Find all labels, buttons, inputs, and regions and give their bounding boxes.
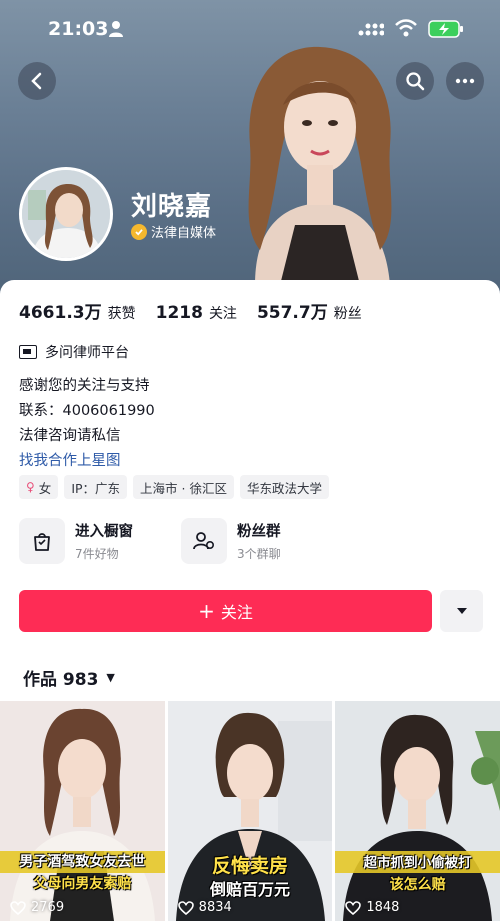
stat-value: 4661.3万	[19, 303, 102, 323]
video-likes: 1848	[345, 900, 399, 915]
profile-tags: ♀ 女 IP：广东 上海市 · 徐汇区 华东政法大学	[19, 475, 329, 499]
stat-followers[interactable]: 557.7万 粉丝	[257, 298, 362, 323]
shop-window-entry[interactable]: 进入橱窗 7件好物	[19, 518, 133, 564]
verified-label: 法律自媒体	[151, 226, 217, 241]
stat-following[interactable]: 1218 关注	[156, 303, 237, 323]
female-icon: ♀	[26, 480, 35, 494]
video-caption: 超市抓到小偷被打	[363, 855, 472, 871]
status-time: 21:03	[48, 18, 109, 40]
stat-label: 获赞	[107, 306, 136, 322]
stat-likes[interactable]: 4661.3万 获赞	[19, 298, 136, 323]
tag-location: 上海市 · 徐汇区	[133, 475, 234, 499]
feature-row: 进入橱窗 7件好物 粉丝群 3个群聊	[19, 518, 281, 564]
bio-line: 联系：4006061990	[19, 403, 155, 419]
fans-group-title: 粉丝群	[237, 524, 281, 540]
stat-value: 1218	[155, 303, 203, 323]
caret-down-icon	[456, 608, 467, 614]
recommend-dropdown-button[interactable]	[440, 590, 483, 632]
group-icon	[181, 518, 227, 564]
tag-gender-label: 女	[38, 480, 52, 496]
video-caption: 倒赔百万元	[210, 880, 291, 899]
back-button[interactable]	[18, 62, 56, 100]
video-grid: 男子酒驾致女友去世 父母向男友索赔 2769 反悔卖房 倒赔百万元 8834 超…	[0, 701, 500, 921]
verified-badge: 法律自媒体	[131, 222, 216, 241]
organization-row[interactable]: 多问律师平台	[19, 342, 129, 362]
more-dots-icon	[455, 78, 475, 84]
stat-value: 557.7万	[256, 303, 328, 323]
video-caption: 父母向男友索赔	[33, 876, 132, 892]
status-bar: 21:03	[0, 0, 500, 56]
search-button[interactable]	[396, 62, 434, 100]
shop-window-title: 进入橱窗	[75, 524, 133, 540]
caret-down-icon: ▼	[106, 671, 115, 684]
person-icon	[109, 21, 123, 37]
video-thumbnail[interactable]: 男子酒驾致女友去世 父母向男友索赔 2769	[0, 701, 165, 921]
chevron-left-icon	[31, 72, 42, 90]
search-icon	[406, 72, 425, 91]
tab-works[interactable]: 作品 983 ▼	[23, 665, 115, 690]
profile-name: 刘晓嘉	[131, 192, 213, 222]
video-like-count: 1848	[366, 900, 400, 915]
stat-label: 关注	[208, 306, 237, 322]
wifi-icon	[395, 19, 417, 37]
video-likes: 8834	[177, 900, 232, 915]
shop-window-sub: 7件好物	[75, 547, 119, 561]
follow-button[interactable]: + 关注	[19, 590, 432, 632]
stat-label: 粉丝	[333, 306, 362, 322]
video-likes: 2769	[10, 900, 64, 915]
bio-line: 感谢您的关注与支持	[19, 378, 150, 394]
video-like-count: 8834	[198, 900, 232, 915]
avatar-image	[22, 170, 110, 258]
video-caption: 男子酒驾致女友去世	[19, 854, 146, 870]
video-caption: 反悔卖房	[212, 855, 289, 877]
profile-panel: 4661.3万 获赞 1218 关注 557.7万 粉丝 多问律师平台 感谢您的…	[0, 280, 500, 921]
more-button[interactable]	[446, 62, 484, 100]
profile-stats: 4661.3万 获赞 1218 关注 557.7万 粉丝	[19, 298, 362, 323]
video-like-count: 2769	[31, 900, 65, 915]
follow-label: 关注	[220, 603, 253, 622]
tag-school[interactable]: 华东政法大学	[239, 475, 329, 499]
tag-gender: ♀ 女	[19, 475, 59, 499]
tab-works-label: 作品 983	[23, 670, 99, 690]
fans-group-entry[interactable]: 粉丝群 3个群聊	[181, 518, 281, 564]
profile-banner: 21:03 刘晓嘉 法律自媒体	[0, 0, 500, 300]
signal-icon	[358, 23, 384, 36]
verified-check-icon	[131, 223, 147, 240]
bio-line: 法律咨询请私信	[19, 428, 121, 444]
avatar[interactable]	[19, 167, 113, 261]
banner-photo	[248, 46, 392, 285]
video-thumbnail[interactable]: 反悔卖房 倒赔百万元 8834	[167, 701, 333, 921]
heart-icon	[177, 900, 194, 915]
bio: 感谢您的关注与支持 联系：4006061990 法律咨询请私信 找我合作上星图	[19, 374, 155, 474]
heart-icon	[345, 900, 362, 915]
fans-group-sub: 3个群聊	[237, 547, 281, 561]
video-caption: 该怎么赔	[389, 877, 446, 893]
organization-icon	[19, 345, 37, 359]
battery-icon	[428, 20, 463, 38]
plus-icon: +	[198, 599, 215, 623]
bio-link[interactable]: 找我合作上星图	[19, 449, 155, 474]
heart-icon	[10, 900, 26, 915]
organization-name: 多问律师平台	[45, 345, 129, 361]
video-thumbnail[interactable]: 超市抓到小偷被打 该怎么赔 1848	[335, 701, 500, 921]
shopping-bag-icon	[19, 518, 65, 564]
tag-ip: IP：广东	[64, 475, 128, 499]
